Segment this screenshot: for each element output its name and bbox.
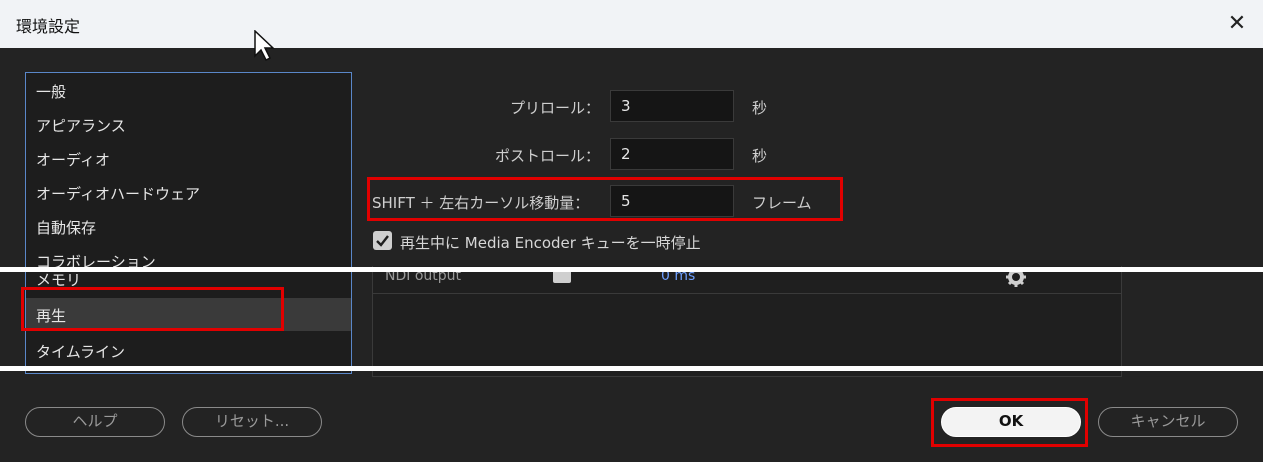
highlight-shift-move [367, 177, 843, 221]
output-table: NDI output 0 ms [372, 266, 1122, 377]
window-title: 環境設定 [16, 17, 81, 36]
category-item-timeline[interactable]: タイムライン [36, 341, 125, 362]
preroll-unit: 秒 [752, 99, 768, 117]
postroll-input[interactable]: 2 [610, 138, 734, 170]
checkmark-icon [376, 235, 389, 247]
category-item-general[interactable]: 一般 [36, 81, 66, 102]
close-icon[interactable]: ✕ [1221, 8, 1253, 40]
reset-button[interactable]: リセット... [182, 407, 322, 437]
category-item-autosave[interactable]: 自動保存 [36, 217, 96, 238]
highlight-ok-button [931, 398, 1088, 447]
highlight-playback-category [21, 287, 284, 331]
category-item-appearance[interactable]: アピアランス [36, 115, 126, 136]
postroll-label: ポストロール： [494, 147, 600, 165]
cancel-button[interactable]: キャンセル [1098, 407, 1238, 437]
preroll-input[interactable]: 3 [610, 90, 734, 122]
postroll-unit: 秒 [752, 147, 768, 165]
category-item-audio-hardware[interactable]: オーディオハードウェア [36, 183, 200, 204]
pause-encoder-label: 再生中に Media Encoder キューを一時停止 [400, 234, 701, 252]
preroll-label: プリロール： [509, 99, 600, 117]
crop-separator-bottom [0, 366, 1263, 371]
pause-encoder-checkbox[interactable] [373, 231, 392, 250]
table-row-divider [373, 293, 1121, 294]
crop-separator-top [0, 267, 1263, 272]
title-bar: 環境設定 ✕ [0, 0, 1263, 49]
category-item-audio[interactable]: オーディオ [36, 149, 110, 170]
help-button[interactable]: ヘルプ [25, 407, 165, 437]
mouse-cursor-icon [254, 30, 275, 62]
